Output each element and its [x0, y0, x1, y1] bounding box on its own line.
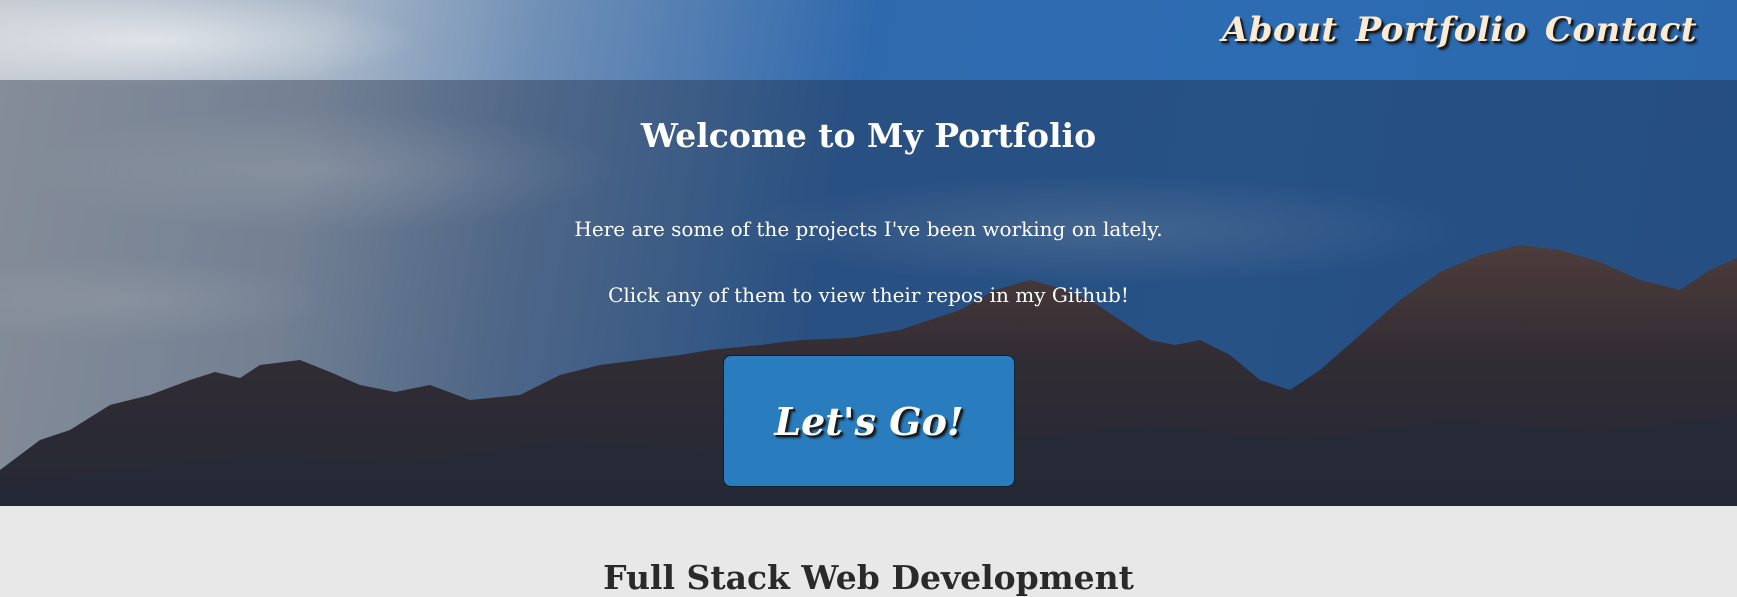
main-nav: About Portfolio Contact: [1222, 10, 1697, 50]
top-nav-bar: About Portfolio Contact: [0, 0, 1737, 80]
nav-link-contact[interactable]: Contact: [1545, 10, 1697, 50]
hero-instruction-text: Click any of them to view their repos in…: [608, 283, 1129, 307]
nav-link-about[interactable]: About: [1222, 10, 1338, 50]
section-title: Full Stack Web Development: [603, 558, 1134, 597]
hero-content: Welcome to My Portfolio Here are some of…: [0, 80, 1737, 506]
nav-link-portfolio[interactable]: Portfolio: [1356, 10, 1527, 50]
projects-section: Full Stack Web Development: [0, 506, 1737, 597]
hero-title: Welcome to My Portfolio: [640, 116, 1097, 155]
lets-go-button[interactable]: Let's Go!: [723, 355, 1015, 487]
hero-intro-text: Here are some of the projects I've been …: [574, 217, 1163, 241]
lets-go-label: Let's Go!: [774, 398, 964, 444]
